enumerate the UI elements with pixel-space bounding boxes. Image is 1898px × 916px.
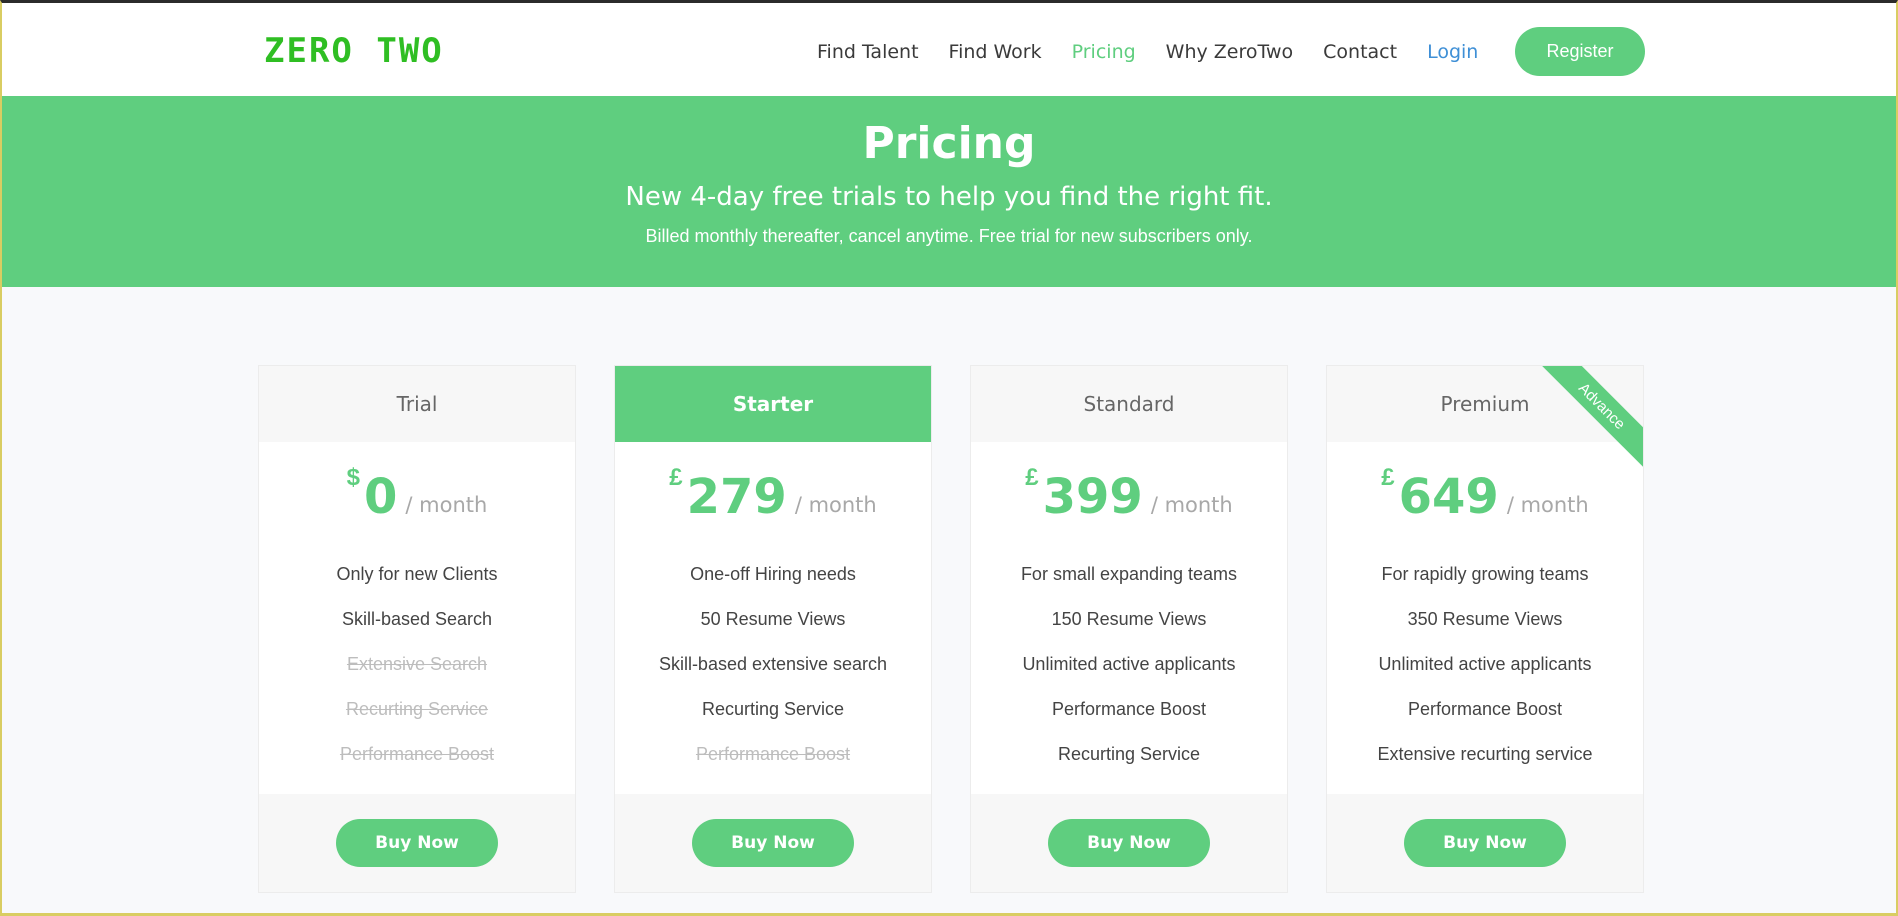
feature-item: Unlimited active applicants [1022,654,1236,674]
feature-item-excluded: Performance Boost [695,744,851,764]
plan-name: Trial [259,366,575,442]
feature-item: Unlimited active applicants [1378,654,1592,674]
feature-item-excluded: Extensive Search [346,654,488,674]
price-period: / month [794,493,877,517]
feature-item: Skill-based extensive search [658,654,888,674]
nav-find-work[interactable]: Find Work [949,41,1042,63]
feature-item: Only for new Clients [336,564,498,584]
feature-list: Only for new Clients Skill-based Search … [259,552,575,777]
currency-symbol: £ [669,464,683,491]
feature-list: One-off Hiring needs 50 Resume Views Ski… [615,552,931,777]
plan-name: Starter [615,366,931,442]
price-period: / month [1150,493,1233,517]
plan-price: £ 649 / month [1327,442,1643,552]
feature-item: Performance Boost [1407,699,1563,719]
price-amount: 0 [364,469,398,525]
feature-item: Recurting Service [701,699,845,719]
top-navbar: ZERO TWO Find Talent Find Work Pricing W… [2,3,1896,96]
buy-now-button-trial[interactable]: Buy Now [336,819,498,867]
price-amount: 399 [1042,469,1143,525]
feature-item: Performance Boost [1051,699,1207,719]
plan-price: $ 0 / month [259,442,575,552]
register-button[interactable]: Register [1515,27,1645,76]
plan-card-starter: Starter £ 279 / month One-off Hiring nee… [614,365,932,893]
pricing-plans: Trial $ 0 / month Only for new Clients S… [258,365,1646,893]
zero-two-logo[interactable]: ZERO TWO [264,31,444,71]
hero-subtitle: New 4-day free trials to help you find t… [625,182,1273,212]
feature-item: For rapidly growing teams [1381,564,1589,584]
price-period: / month [405,493,488,517]
hero-note: Billed monthly thereafter, cancel anytim… [645,226,1253,246]
buy-now-button-standard[interactable]: Buy Now [1048,819,1210,867]
price-period: / month [1506,493,1589,517]
nav-pricing[interactable]: Pricing [1072,41,1136,63]
plan-footer: Buy Now [259,794,575,892]
feature-item: One-off Hiring needs [690,564,856,584]
price-amount: 279 [686,469,787,525]
buy-now-button-starter[interactable]: Buy Now [692,819,854,867]
currency-symbol: £ [1381,464,1395,491]
plan-footer: Buy Now [971,794,1287,892]
pricing-hero: Pricing New 4-day free trials to help yo… [2,96,1896,287]
plan-price: £ 399 / month [971,442,1287,552]
feature-item-excluded: Performance Boost [339,744,495,764]
feature-item: Skill-based Search [341,609,493,629]
feature-list: For rapidly growing teams 350 Resume Vie… [1327,552,1643,777]
feature-item: 150 Resume Views [1051,609,1207,629]
feature-item: For small expanding teams [1020,564,1238,584]
price-amount: 649 [1398,469,1499,525]
currency-symbol: £ [1025,464,1039,491]
plan-name: Standard [971,366,1287,442]
feature-item-excluded: Recurting Service [345,699,489,719]
feature-item: Recurting Service [1057,744,1201,764]
plan-card-premium: Advance Premium £ 649 / month For rapidl… [1326,365,1644,893]
feature-item: 350 Resume Views [1407,609,1563,629]
page-title: Pricing [862,118,1036,169]
nav-why-zerotwo[interactable]: Why ZeroTwo [1166,41,1293,63]
nav-find-talent[interactable]: Find Talent [817,41,919,63]
currency-symbol: $ [346,464,361,491]
nav-contact[interactable]: Contact [1323,41,1397,63]
plan-card-standard: Standard £ 399 / month For small expandi… [970,365,1288,893]
feature-item: 50 Resume Views [700,609,846,629]
buy-now-button-premium[interactable]: Buy Now [1404,819,1566,867]
main-nav: Find Talent Find Work Pricing Why ZeroTw… [817,39,1478,65]
plan-footer: Buy Now [1327,794,1643,892]
plan-price: £ 279 / month [615,442,931,552]
login-link[interactable]: Login [1427,41,1478,63]
feature-list: For small expanding teams 150 Resume Vie… [971,552,1287,777]
plan-card-trial: Trial $ 0 / month Only for new Clients S… [258,365,576,893]
feature-item: Extensive recurting service [1377,744,1593,764]
plan-footer: Buy Now [615,794,931,892]
